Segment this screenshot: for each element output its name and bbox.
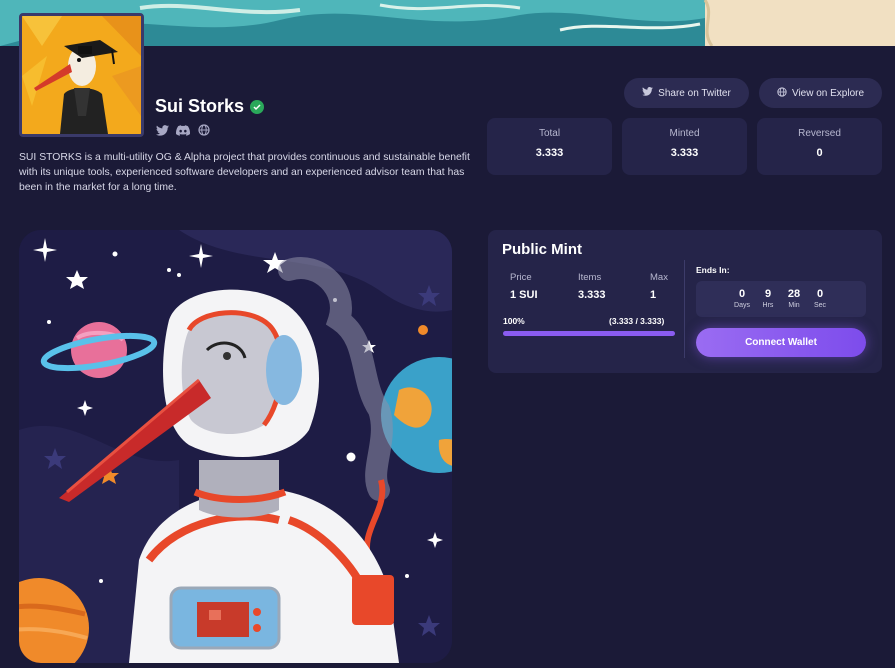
- stat-minted-label: Minted: [669, 128, 700, 139]
- verified-badge-icon: [250, 99, 265, 114]
- max-value: 1: [650, 289, 657, 301]
- share-on-twitter-button[interactable]: Share on Twitter: [624, 78, 749, 108]
- twitter-icon: [642, 87, 654, 99]
- items-value: 3.333: [578, 289, 606, 301]
- connect-wallet-button[interactable]: Connect Wallet: [696, 328, 866, 357]
- stat-total-label: Total: [538, 128, 561, 139]
- stat-reversed: Reversed 0: [757, 118, 882, 175]
- stat-total-value: 3.333: [535, 147, 564, 159]
- timer-days: 0 Days: [732, 288, 752, 317]
- globe-icon[interactable]: [197, 123, 211, 137]
- max-label: Max: [650, 272, 668, 283]
- stat-reversed-label: Reversed: [798, 128, 841, 139]
- price-value: 1 SUI: [510, 289, 538, 301]
- countdown-timer: 0 Days 9 Hrs 28 Min 0 Sec: [696, 281, 866, 317]
- mint-divider: [684, 260, 685, 358]
- timer-hours-label: Hrs: [762, 302, 774, 309]
- view-on-explore-label: View on Explore: [791, 87, 865, 99]
- stat-minted-value: 3.333: [670, 147, 699, 159]
- items-label: Items: [578, 272, 602, 283]
- progress-bar: [503, 331, 675, 336]
- collection-title: Sui Storks: [155, 96, 245, 116]
- nft-artwork: [19, 230, 452, 663]
- mint-title: Public Mint: [502, 241, 582, 258]
- collection-description: SUI STORKS is a multi-utility OG & Alpha…: [19, 152, 470, 193]
- progress-bar-fill: [503, 331, 675, 336]
- progress-percent: 100%: [503, 316, 525, 326]
- timer-days-value: 0: [738, 288, 746, 300]
- stat-total: Total 3.333: [487, 118, 612, 175]
- twitter-icon[interactable]: [155, 123, 169, 137]
- timer-seconds: 0 Sec: [810, 288, 830, 317]
- ends-in-label: Ends In:: [696, 265, 730, 275]
- progress-detail: (3.333 / 3.333): [609, 316, 665, 326]
- timer-minutes: 28 Min: [784, 288, 804, 317]
- timer-hours-value: 9: [764, 288, 772, 300]
- share-on-twitter-label: Share on Twitter: [658, 87, 731, 99]
- timer-seconds-label: Sec: [813, 302, 827, 309]
- stat-reversed-value: 0: [816, 147, 823, 159]
- timer-minutes-value: 28: [787, 288, 801, 300]
- social-links: [155, 123, 211, 137]
- stat-minted: Minted 3.333: [622, 118, 747, 175]
- timer-days-label: Days: [734, 302, 750, 309]
- collection-avatar: [19, 13, 144, 137]
- public-mint-card: Public Mint Price 1 SUI Items 3.333 Max …: [488, 230, 882, 373]
- discord-icon[interactable]: [176, 123, 190, 137]
- timer-hours: 9 Hrs: [758, 288, 778, 317]
- view-on-explore-button[interactable]: View on Explore: [759, 78, 882, 108]
- timer-seconds-value: 0: [816, 288, 824, 300]
- globe-icon: [777, 86, 787, 100]
- timer-minutes-label: Min: [788, 302, 800, 309]
- price-label: Price: [510, 272, 532, 283]
